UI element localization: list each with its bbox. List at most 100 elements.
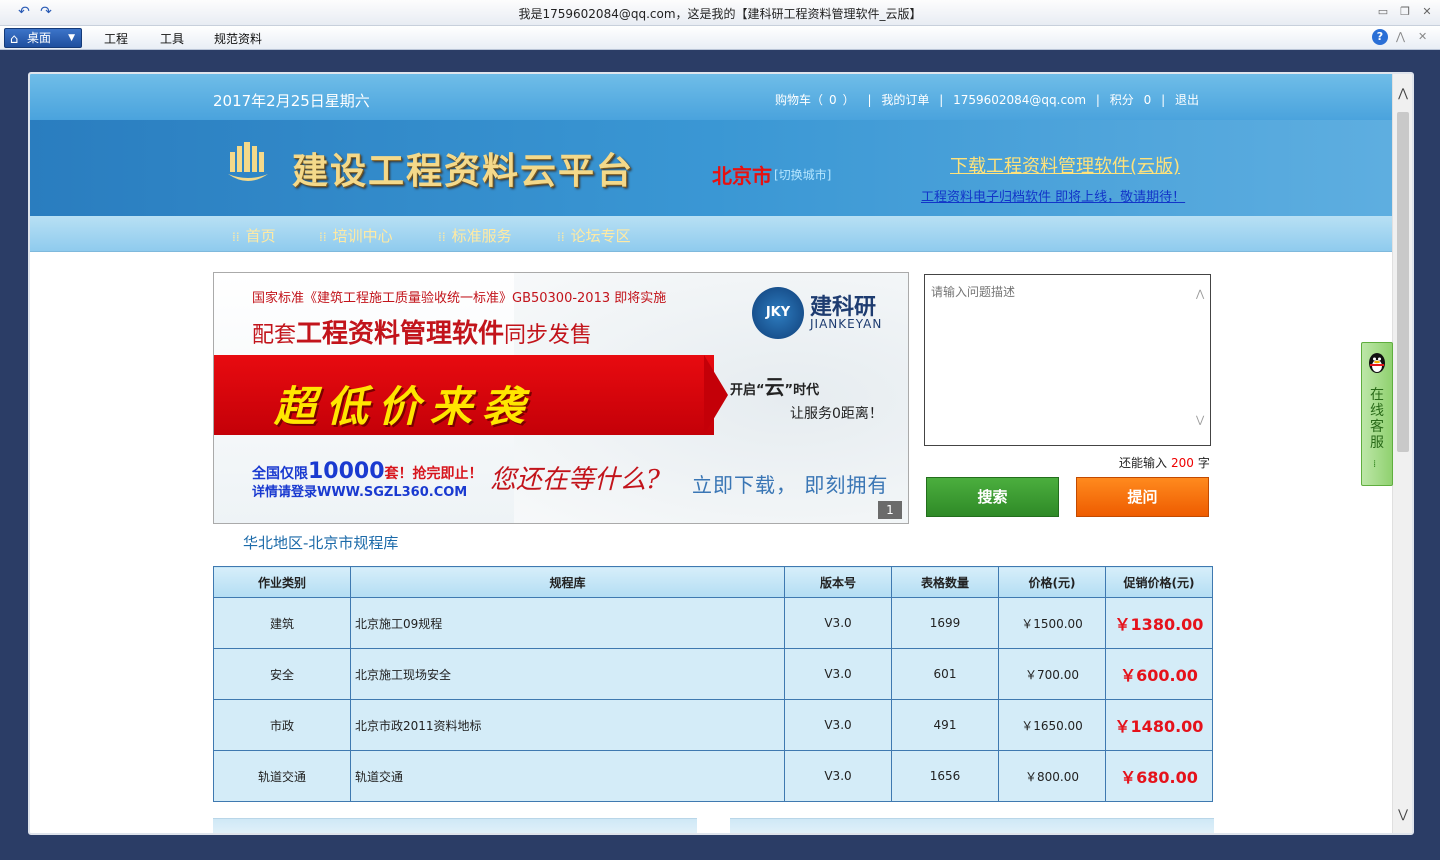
- cell-category: 轨道交通: [213, 750, 351, 802]
- chevron-up-icon[interactable]: ⋀: [1393, 86, 1412, 100]
- chevron-down-icon: ▼: [68, 33, 75, 43]
- ad-site-text: 详情请登录WWW.SGZL360.COM: [252, 485, 468, 500]
- col-library: 规程库: [350, 566, 785, 598]
- close-icon[interactable]: ✕: [1418, 4, 1436, 20]
- grip-icon: ⁞: [1373, 459, 1377, 470]
- grid-icon: ⁞⁞: [319, 230, 327, 244]
- col-version: 版本号: [784, 566, 892, 598]
- orders-link[interactable]: 我的订单: [881, 91, 929, 108]
- cart-link[interactable]: 购物车（ 0 ）: [772, 91, 858, 108]
- current-date: 2017年2月25日星期六: [213, 92, 370, 110]
- menu-project[interactable]: 工程: [104, 30, 128, 47]
- window-title: 我是1759602084@qq.com，这是我的【建科研工程资料管理软件_云版】: [518, 7, 922, 21]
- remain-label: 还能输入: [1119, 456, 1168, 470]
- separator: |: [1095, 93, 1100, 107]
- cart-label: 购物车（: [774, 93, 823, 107]
- menubar: ⌂ 桌面 ▼ 工程 工具 规范资料 ? ⋀ ✕: [0, 26, 1440, 50]
- table-row[interactable]: 市政 北京市政2011资料地标 V3.0 491 ￥1650.00 ￥1480.…: [213, 699, 1213, 751]
- top-strip: 2017年2月25日星期六 购物车（ 0 ） | 我的订单 | 1759602084…: [30, 74, 1392, 120]
- table-header-row: 作业类别 规程库 版本号 表格数量 价格(元) 促销价格(元): [213, 566, 1213, 598]
- section-panel-right: [730, 818, 1214, 833]
- cell-promo-price: ￥1480.00: [1105, 699, 1213, 751]
- window-titlebar: ↶ ↷ 我是1759602084@qq.com，这是我的【建科研工程资料管理软件…: [0, 0, 1440, 26]
- download-software-link[interactable]: 下载工程资料管理软件(云版): [950, 152, 1180, 178]
- table-row[interactable]: 安全 北京施工现场安全 V3.0 601 ￥700.00 ￥600.00: [213, 648, 1213, 700]
- promo-ad[interactable]: 国家标准《建筑工程施工质量验收统一标准》GB50300-2013 即将实施 配套…: [213, 272, 909, 524]
- ad-text: ”时代: [784, 383, 820, 398]
- online-service-button[interactable]: 在线客服 ⁞: [1361, 342, 1393, 486]
- search-button[interactable]: 搜索: [926, 477, 1059, 517]
- cell-price: ￥1650.00: [998, 699, 1106, 751]
- chevron-down-icon[interactable]: ⋁: [1393, 807, 1412, 821]
- nav-label: 培训中心: [332, 227, 393, 245]
- ad-page-indicator[interactable]: 1: [878, 501, 902, 519]
- table-row[interactable]: 建筑 北京施工09规程 V3.0 1699 ￥1500.00 ￥1380.00: [213, 597, 1213, 649]
- cart-count: 0: [828, 93, 837, 107]
- question-box: ⋀ ⋁: [924, 274, 1211, 446]
- cell-price: ￥800.00: [998, 750, 1106, 802]
- ad-ribbon-text: 超低价来袭: [274, 382, 535, 431]
- jky-logo-icon: JKY: [752, 287, 804, 339]
- cell-promo-price: ￥600.00: [1105, 648, 1213, 700]
- separator: |: [867, 93, 872, 107]
- logout-link[interactable]: 退出: [1175, 91, 1199, 108]
- cart-close: ）: [842, 93, 855, 107]
- nav-label: 标准服务: [451, 227, 512, 245]
- cell-price: ￥1500.00: [998, 597, 1106, 649]
- desktop-label: 桌面: [27, 31, 52, 45]
- question-scrollbar[interactable]: ⋀ ⋁: [1193, 275, 1210, 445]
- ad-ribbon-tip: [704, 355, 728, 435]
- question-input[interactable]: [925, 275, 1193, 443]
- grid-icon: ⁞⁞: [438, 230, 446, 244]
- remain-count: 200: [1171, 456, 1194, 470]
- chevron-down-icon: ⋁: [1196, 415, 1205, 426]
- cell-form-count: 601: [891, 648, 999, 700]
- switch-city-link[interactable]: [切换城市]: [774, 166, 831, 183]
- ad-text: 同步发售: [504, 323, 593, 348]
- current-city: 北京市: [712, 164, 772, 188]
- ad-text: 工程资料管理软件: [296, 319, 505, 349]
- cell-library[interactable]: 轨道交通: [350, 750, 785, 802]
- archive-software-link[interactable]: 工程资料电子归档软件 即将上线，敬请期待！: [921, 186, 1185, 205]
- platform-logo-icon: [228, 142, 268, 181]
- nav-home[interactable]: ⁞⁞ 首页: [232, 225, 276, 246]
- col-price: 价格(元): [998, 566, 1106, 598]
- cell-category: 安全: [213, 648, 351, 700]
- cell-version: V3.0: [784, 597, 892, 649]
- nav-label: 论坛专区: [570, 227, 631, 245]
- cell-category: 市政: [213, 699, 351, 751]
- ad-text: 开启“: [730, 383, 765, 398]
- qq-penguin-icon: [1369, 353, 1385, 373]
- table-row[interactable]: 轨道交通 轨道交通 V3.0 1656 ￥800.00 ￥680.00: [213, 750, 1213, 802]
- close-panel-icon[interactable]: ✕: [1418, 30, 1427, 43]
- cell-form-count: 1699: [891, 597, 999, 649]
- ad-text: 配套: [252, 323, 297, 348]
- separator: |: [1161, 93, 1166, 107]
- ad-slogan: 您还在等什么?: [490, 465, 660, 495]
- account-email[interactable]: 1759602084@qq.com: [953, 93, 1086, 107]
- online-service-label: 在线客服: [1370, 387, 1384, 451]
- remain-unit: 字: [1197, 456, 1210, 470]
- restore-icon[interactable]: ❐: [1396, 4, 1414, 20]
- cell-promo-price: ￥1380.00: [1105, 597, 1213, 649]
- scrollbar-thumb[interactable]: [1397, 112, 1409, 452]
- points-value: 0: [1143, 93, 1152, 107]
- desktop-button[interactable]: ⌂ 桌面 ▼: [4, 28, 82, 48]
- menu-standards[interactable]: 规范资料: [214, 30, 262, 47]
- cell-library[interactable]: 北京施工现场安全: [350, 648, 785, 700]
- minimize-icon[interactable]: ▭: [1374, 4, 1392, 20]
- menu-tools[interactable]: 工具: [160, 30, 184, 47]
- page-scrollbar[interactable]: ⋀ ⋁: [1392, 74, 1412, 833]
- cell-library[interactable]: 北京市政2011资料地标: [350, 699, 785, 751]
- ad-download-text: 立即下载， 即刻拥有: [692, 473, 889, 497]
- nav-training[interactable]: ⁞⁞ 培训中心: [319, 225, 393, 246]
- nav-standards[interactable]: ⁞⁞ 标准服务: [438, 225, 512, 246]
- nav-forum[interactable]: ⁞⁞ 论坛专区: [557, 225, 631, 246]
- ad-software-line: 配套工程资料管理软件同步发售: [252, 313, 592, 350]
- help-icon[interactable]: ?: [1372, 29, 1388, 45]
- ad-service-text: 让服务0距离！: [790, 406, 883, 422]
- collapse-icon[interactable]: ⋀: [1396, 30, 1405, 43]
- ask-button[interactable]: 提问: [1076, 477, 1209, 517]
- nav-label: 首页: [245, 227, 276, 245]
- cell-library[interactable]: 北京施工09规程: [350, 597, 785, 649]
